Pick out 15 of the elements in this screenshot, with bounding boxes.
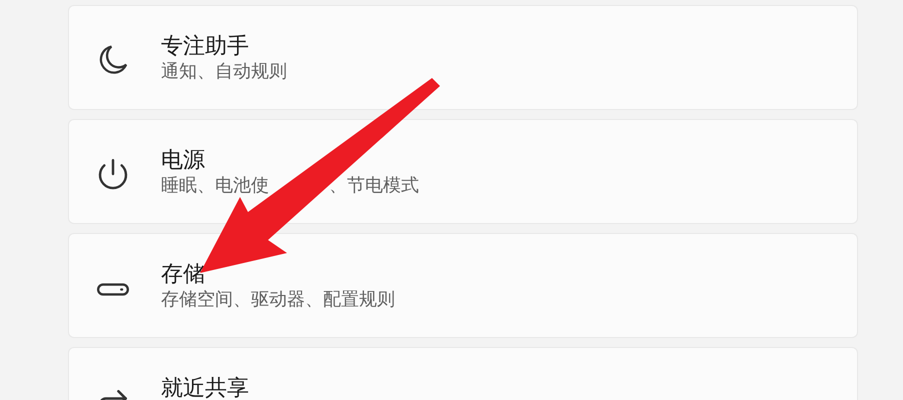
item-title: 存储	[161, 263, 206, 287]
item-title: 就近共享	[161, 377, 250, 400]
storage-icon	[97, 282, 129, 296]
moon-icon	[99, 45, 127, 77]
settings-card[interactable]: 专注助手 通知、自动规则	[68, 5, 858, 110]
power-icon	[98, 159, 128, 191]
item-title: 专注助手	[161, 35, 250, 59]
item-subtitle: 通知、自动规则	[161, 61, 287, 83]
item-subtitle: 睡眠、电池使	[161, 175, 269, 197]
settings-card[interactable]: 电源 睡眠、电池使 、节电模式	[68, 119, 858, 224]
settings-card[interactable]: 存储 存储空间、驱动器、配置规则	[68, 233, 858, 338]
item-subtitle: 、节电模式	[329, 175, 419, 197]
item-subtitle: 存储空间、驱动器、配置规则	[161, 289, 395, 311]
settings-card[interactable]: 就近共享	[68, 347, 858, 400]
item-title: 电源	[161, 149, 206, 173]
